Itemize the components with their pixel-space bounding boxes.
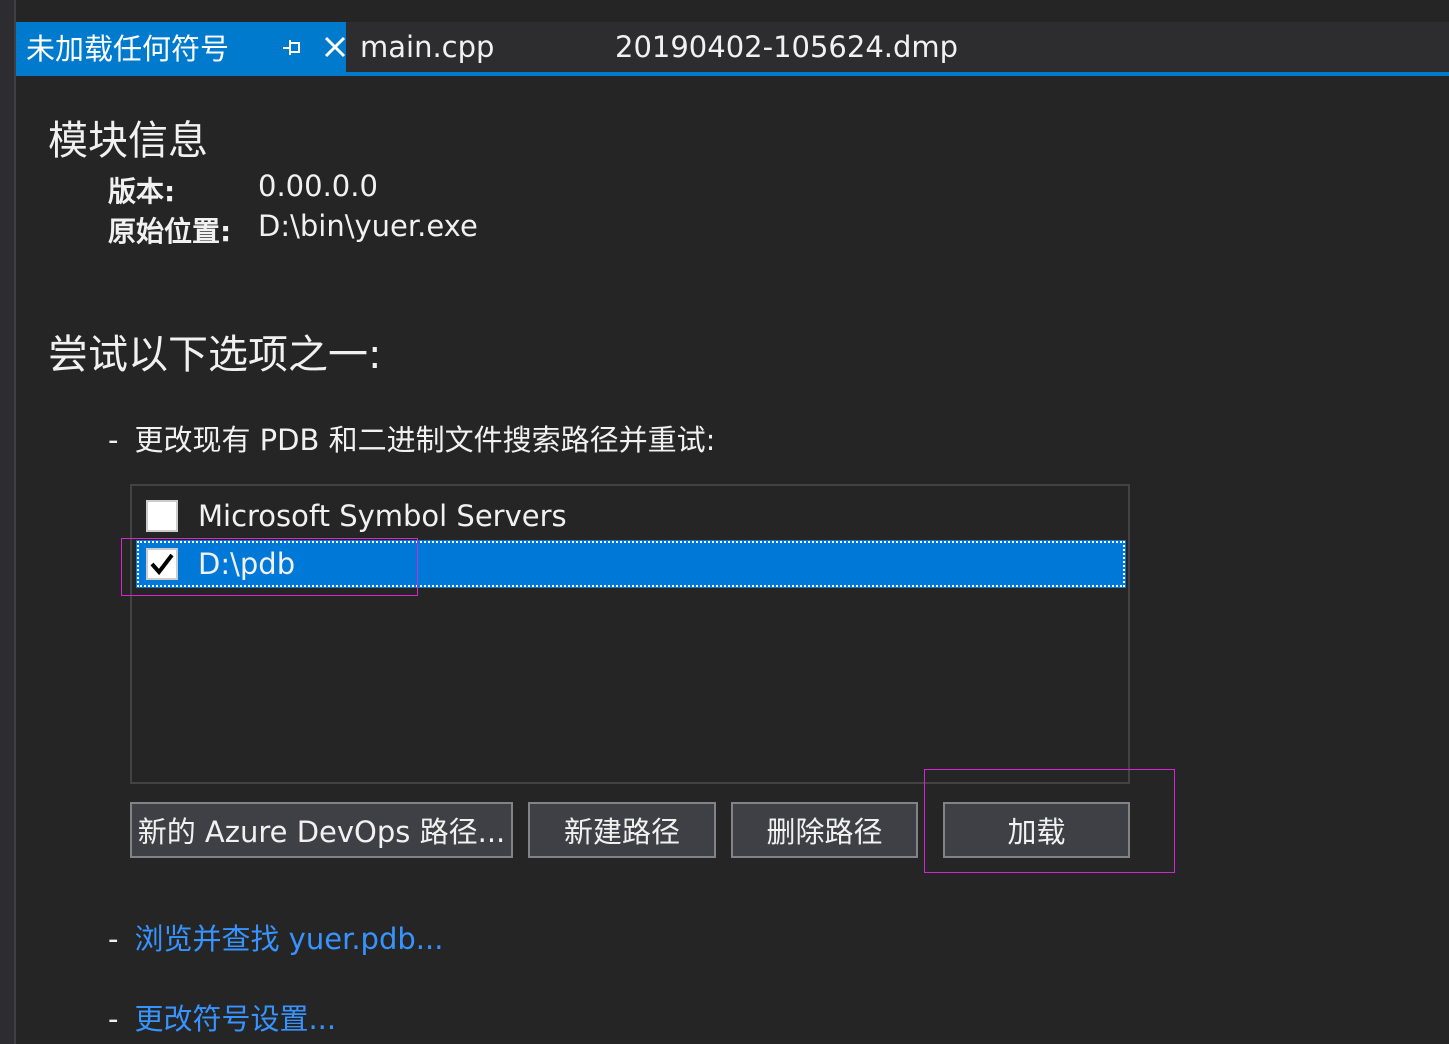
tab-main-cpp[interactable]: main.cpp	[360, 22, 494, 72]
close-icon[interactable]	[321, 33, 349, 61]
settings-line: - 更改符号设置...	[108, 996, 336, 1038]
symbol-load-page: 未加载任何符号 main.cpp 20190402-105624.dmp 模块信…	[0, 0, 1449, 1044]
browse-line: - 浏览并查找 yuer.pdb...	[108, 916, 443, 958]
list-item-label: Microsoft Symbol Servers	[198, 499, 567, 533]
bullet-dash: -	[108, 423, 119, 457]
load-button[interactable]: 加载	[943, 802, 1130, 858]
left-gutter-border	[14, 0, 16, 1044]
list-item-label: D:\pdb	[198, 547, 296, 581]
checkbox-d-pdb[interactable]	[146, 548, 178, 580]
tab-dump-file[interactable]: 20190402-105624.dmp	[615, 22, 958, 72]
tab-bar-accent-line	[16, 72, 1449, 76]
bullet-dash: -	[108, 1002, 119, 1036]
tab-label: 未加载任何符号	[26, 32, 230, 66]
options-heading: 尝试以下选项之一:	[48, 332, 382, 378]
browse-pdb-link[interactable]: 浏览并查找 yuer.pdb...	[134, 922, 443, 956]
version-label: 版本:	[108, 175, 176, 208]
new-azure-devops-path-button[interactable]: 新的 Azure DevOps 路径...	[130, 802, 513, 858]
tab-label: 20190402-105624.dmp	[615, 30, 959, 64]
new-path-button[interactable]: 新建路径	[528, 802, 716, 858]
original-location-label: 原始位置:	[108, 215, 232, 248]
search-paths-list[interactable]: Microsoft Symbol Servers D:\pdb	[130, 484, 1130, 784]
checkmark-icon	[150, 553, 174, 576]
list-item-d-pdb[interactable]: D:\pdb	[136, 540, 1126, 588]
checkbox-microsoft-symbol-servers[interactable]	[146, 500, 178, 532]
change-symbol-settings-link[interactable]: 更改符号设置...	[134, 1002, 336, 1036]
version-value: 0.00.0.0	[258, 169, 378, 203]
change-search-paths-line: - 更改现有 PDB 和二进制文件搜索路径并重试:	[108, 417, 715, 459]
pin-icon[interactable]	[278, 34, 304, 60]
change-search-paths-text: 更改现有 PDB 和二进制文件搜索路径并重试:	[134, 423, 716, 457]
tab-no-symbols-loaded[interactable]: 未加载任何符号	[16, 22, 346, 72]
delete-path-button[interactable]: 删除路径	[731, 802, 918, 858]
bullet-dash: -	[108, 922, 119, 956]
original-location-value: D:\bin\yuer.exe	[258, 209, 478, 243]
list-item-microsoft-symbol-servers[interactable]: Microsoft Symbol Servers	[136, 492, 1126, 540]
tab-label: main.cpp	[360, 30, 495, 64]
module-info-heading: 模块信息	[48, 118, 208, 164]
